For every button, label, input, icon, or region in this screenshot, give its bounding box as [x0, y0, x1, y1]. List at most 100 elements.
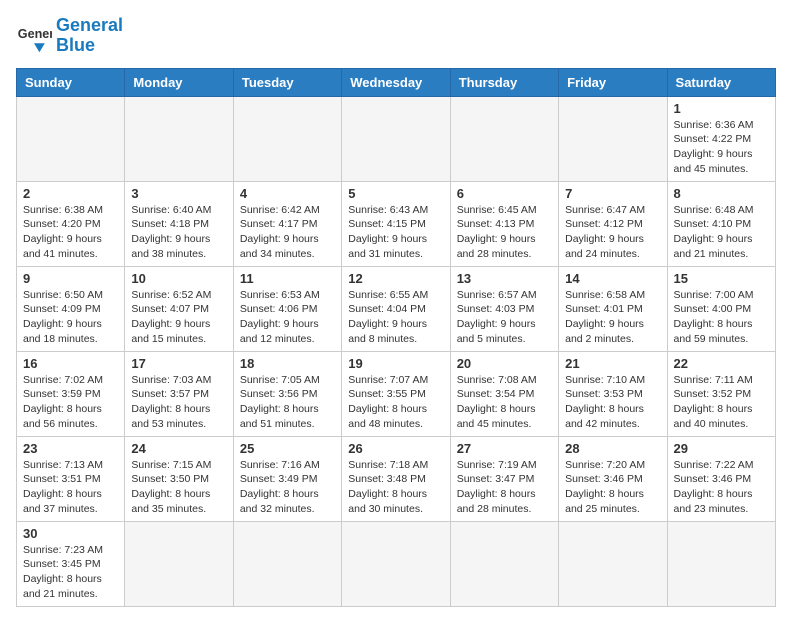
day-number: 10	[131, 271, 226, 286]
day-number: 17	[131, 356, 226, 371]
day-number: 16	[23, 356, 118, 371]
calendar-cell	[342, 521, 450, 606]
calendar-cell: 4 Sunrise: 6:42 AM Sunset: 4:17 PM Daylig…	[233, 181, 341, 266]
calendar-week-3: 16Sunrise: 7:02 AM Sunset: 3:59 PM Dayli…	[17, 351, 776, 436]
calendar-cell	[125, 96, 233, 181]
day-number: 18	[240, 356, 335, 371]
day-info: Sunrise: 7:23 AM Sunset: 3:45 PM Dayligh…	[23, 543, 118, 602]
day-info: Sunrise: 6:48 AM Sunset: 4:10 PM Dayligh…	[674, 203, 769, 262]
calendar-cell: 16Sunrise: 7:02 AM Sunset: 3:59 PM Dayli…	[17, 351, 125, 436]
day-info: Sunrise: 7:11 AM Sunset: 3:52 PM Dayligh…	[674, 373, 769, 432]
calendar-cell: 1Sunrise: 6:36 AM Sunset: 4:22 PM Daylig…	[667, 96, 775, 181]
day-info: Sunrise: 6:42 AM Sunset: 4:17 PM Dayligh…	[240, 203, 335, 262]
day-info: Sunrise: 7:07 AM Sunset: 3:55 PM Dayligh…	[348, 373, 443, 432]
day-info: Sunrise: 6:45 AM Sunset: 4:13 PM Dayligh…	[457, 203, 552, 262]
day-number: 4	[240, 186, 335, 201]
day-info: Sunrise: 7:19 AM Sunset: 3:47 PM Dayligh…	[457, 458, 552, 517]
calendar-cell: 15 Sunrise: 7:00 AM Sunset: 4:00 PM Dayli…	[667, 266, 775, 351]
day-number: 7	[565, 186, 660, 201]
calendar-cell	[667, 521, 775, 606]
day-info: Sunrise: 7:00 AM Sunset: 4:00 PM Dayligh…	[674, 288, 769, 347]
weekday-header-thursday: Thursday	[450, 68, 558, 96]
day-info: Sunrise: 7:08 AM Sunset: 3:54 PM Dayligh…	[457, 373, 552, 432]
calendar-cell: 11Sunrise: 6:53 AM Sunset: 4:06 PM Dayli…	[233, 266, 341, 351]
calendar-cell	[342, 96, 450, 181]
day-info: Sunrise: 7:15 AM Sunset: 3:50 PM Dayligh…	[131, 458, 226, 517]
day-number: 21	[565, 356, 660, 371]
calendar-cell: 9Sunrise: 6:50 AM Sunset: 4:09 PM Daylig…	[17, 266, 125, 351]
calendar-cell	[559, 521, 667, 606]
calendar-week-2: 9Sunrise: 6:50 AM Sunset: 4:09 PM Daylig…	[17, 266, 776, 351]
logo: General GeneralBlue	[16, 16, 123, 56]
calendar-cell: 24Sunrise: 7:15 AM Sunset: 3:50 PM Dayli…	[125, 436, 233, 521]
day-info: Sunrise: 7:05 AM Sunset: 3:56 PM Dayligh…	[240, 373, 335, 432]
calendar-cell: 10 Sunrise: 6:52 AM Sunset: 4:07 PM Dayli…	[125, 266, 233, 351]
calendar-cell: 23Sunrise: 7:13 AM Sunset: 3:51 PM Dayli…	[17, 436, 125, 521]
calendar-cell: 13 Sunrise: 6:57 AM Sunset: 4:03 PM Dayli…	[450, 266, 558, 351]
day-number: 29	[674, 441, 769, 456]
day-number: 5	[348, 186, 443, 201]
calendar-week-4: 23Sunrise: 7:13 AM Sunset: 3:51 PM Dayli…	[17, 436, 776, 521]
calendar-cell	[450, 96, 558, 181]
calendar-week-1: 2 Sunrise: 6:38 AM Sunset: 4:20 PM Daylig…	[17, 181, 776, 266]
day-info: Sunrise: 6:47 AM Sunset: 4:12 PM Dayligh…	[565, 203, 660, 262]
day-info: Sunrise: 6:53 AM Sunset: 4:06 PM Dayligh…	[240, 288, 335, 347]
day-number: 2	[23, 186, 118, 201]
day-info: Sunrise: 6:36 AM Sunset: 4:22 PM Dayligh…	[674, 118, 769, 177]
day-info: Sunrise: 6:52 AM Sunset: 4:07 PM Dayligh…	[131, 288, 226, 347]
calendar-table: SundayMondayTuesdayWednesdayThursdayFrid…	[16, 68, 776, 607]
day-number: 25	[240, 441, 335, 456]
calendar-cell: 12 Sunrise: 6:55 AM Sunset: 4:04 PM Dayli…	[342, 266, 450, 351]
calendar-cell: 8Sunrise: 6:48 AM Sunset: 4:10 PM Daylig…	[667, 181, 775, 266]
day-info: Sunrise: 6:57 AM Sunset: 4:03 PM Dayligh…	[457, 288, 552, 347]
calendar-cell: 2 Sunrise: 6:38 AM Sunset: 4:20 PM Daylig…	[17, 181, 125, 266]
logo-text: GeneralBlue	[56, 16, 123, 56]
svg-text:General: General	[18, 27, 52, 41]
weekday-header-wednesday: Wednesday	[342, 68, 450, 96]
logo-icon: General	[16, 18, 52, 54]
weekday-header-friday: Friday	[559, 68, 667, 96]
calendar-cell	[125, 521, 233, 606]
day-number: 30	[23, 526, 118, 541]
calendar-week-0: 1Sunrise: 6:36 AM Sunset: 4:22 PM Daylig…	[17, 96, 776, 181]
page-header: General GeneralBlue	[16, 16, 776, 56]
day-info: Sunrise: 6:58 AM Sunset: 4:01 PM Dayligh…	[565, 288, 660, 347]
calendar-cell: 19Sunrise: 7:07 AM Sunset: 3:55 PM Dayli…	[342, 351, 450, 436]
calendar-cell: 22Sunrise: 7:11 AM Sunset: 3:52 PM Dayli…	[667, 351, 775, 436]
calendar-cell: 29 Sunrise: 7:22 AM Sunset: 3:46 PM Dayli…	[667, 436, 775, 521]
calendar-body: 1Sunrise: 6:36 AM Sunset: 4:22 PM Daylig…	[17, 96, 776, 606]
weekday-header-sunday: Sunday	[17, 68, 125, 96]
calendar-cell: 14 Sunrise: 6:58 AM Sunset: 4:01 PM Dayli…	[559, 266, 667, 351]
weekday-header-monday: Monday	[125, 68, 233, 96]
day-number: 12	[348, 271, 443, 286]
weekday-header-saturday: Saturday	[667, 68, 775, 96]
day-number: 15	[674, 271, 769, 286]
day-number: 27	[457, 441, 552, 456]
calendar-cell: 6 Sunrise: 6:45 AM Sunset: 4:13 PM Daylig…	[450, 181, 558, 266]
calendar-cell: 21Sunrise: 7:10 AM Sunset: 3:53 PM Dayli…	[559, 351, 667, 436]
calendar-cell: 7 Sunrise: 6:47 AM Sunset: 4:12 PM Daylig…	[559, 181, 667, 266]
day-info: Sunrise: 7:16 AM Sunset: 3:49 PM Dayligh…	[240, 458, 335, 517]
day-number: 6	[457, 186, 552, 201]
calendar-cell: 5Sunrise: 6:43 AM Sunset: 4:15 PM Daylig…	[342, 181, 450, 266]
day-number: 13	[457, 271, 552, 286]
calendar-cell	[450, 521, 558, 606]
calendar-cell: 18 Sunrise: 7:05 AM Sunset: 3:56 PM Dayli…	[233, 351, 341, 436]
day-info: Sunrise: 6:55 AM Sunset: 4:04 PM Dayligh…	[348, 288, 443, 347]
day-info: Sunrise: 7:20 AM Sunset: 3:46 PM Dayligh…	[565, 458, 660, 517]
calendar-cell	[559, 96, 667, 181]
calendar-cell	[233, 96, 341, 181]
day-info: Sunrise: 7:18 AM Sunset: 3:48 PM Dayligh…	[348, 458, 443, 517]
day-number: 20	[457, 356, 552, 371]
day-number: 28	[565, 441, 660, 456]
calendar-cell	[17, 96, 125, 181]
weekday-header-tuesday: Tuesday	[233, 68, 341, 96]
day-info: Sunrise: 6:38 AM Sunset: 4:20 PM Dayligh…	[23, 203, 118, 262]
day-info: Sunrise: 7:22 AM Sunset: 3:46 PM Dayligh…	[674, 458, 769, 517]
day-number: 14	[565, 271, 660, 286]
calendar-cell	[233, 521, 341, 606]
calendar-cell: 20 Sunrise: 7:08 AM Sunset: 3:54 PM Dayli…	[450, 351, 558, 436]
calendar-week-5: 30 Sunrise: 7:23 AM Sunset: 3:45 PM Dayli…	[17, 521, 776, 606]
day-info: Sunrise: 7:03 AM Sunset: 3:57 PM Dayligh…	[131, 373, 226, 432]
day-info: Sunrise: 6:40 AM Sunset: 4:18 PM Dayligh…	[131, 203, 226, 262]
